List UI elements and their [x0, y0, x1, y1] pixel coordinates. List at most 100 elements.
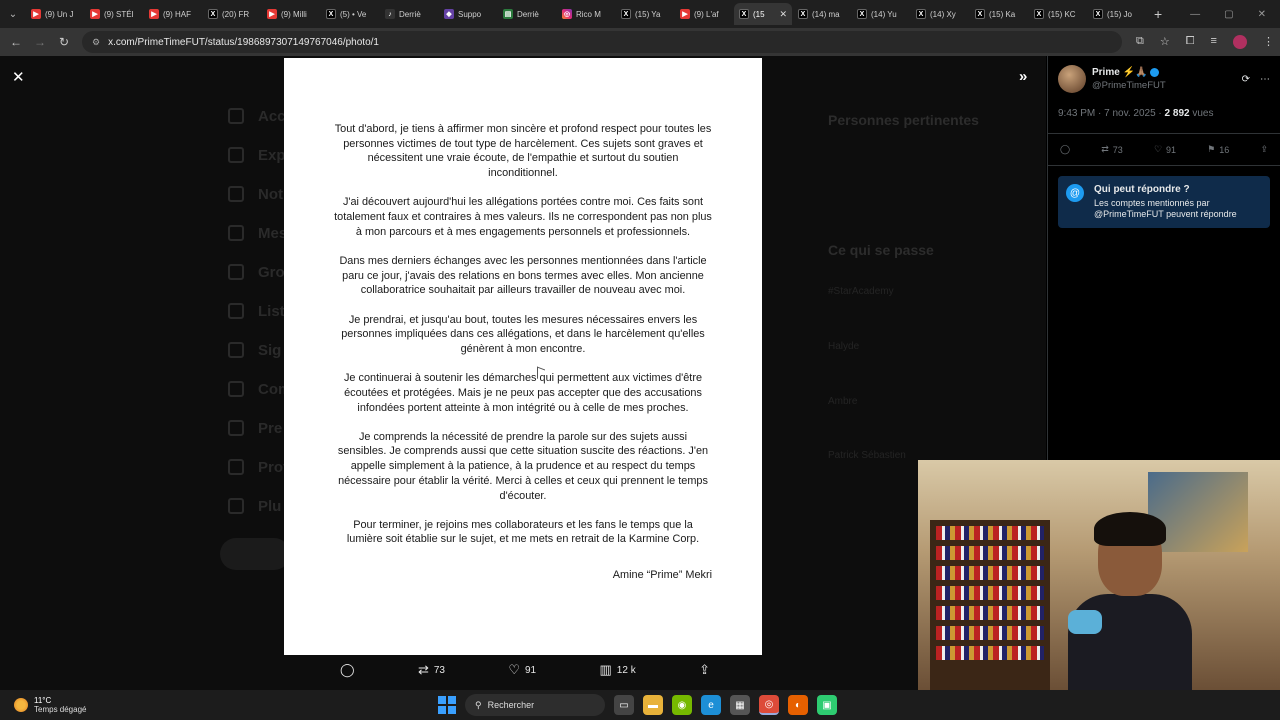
browser-tab[interactable]: X (15) Jo	[1088, 3, 1146, 25]
menu-icon[interactable]: ⋮	[1263, 35, 1274, 49]
browser-tab[interactable]: X (15 ✕	[734, 3, 792, 25]
reload-icon[interactable]: ↻	[52, 35, 76, 49]
browser-tab[interactable]: ▤ Derriè	[498, 3, 556, 25]
like-button[interactable]: ♡ 91	[508, 662, 536, 678]
browser-tab[interactable]: ◆ Suppo	[439, 3, 497, 25]
browser-tab[interactable]: ▶ (9) Un J	[26, 3, 84, 25]
heart-icon: ♡	[508, 662, 520, 677]
taskbar-search[interactable]: ⚲ Rechercher	[465, 694, 605, 716]
author-handle[interactable]: @PrimeTimeFUT	[1092, 80, 1166, 91]
views-button[interactable]: ▥ 12 k	[600, 662, 636, 678]
bg-heading: Ce qui se passe	[828, 242, 934, 258]
close-icon[interactable]: ✕	[12, 68, 25, 86]
tab-close-icon[interactable]: ✕	[779, 9, 787, 20]
tab-search-icon[interactable]: ⌄	[0, 0, 26, 28]
weather-temperature: 11°C	[34, 696, 52, 705]
search-icon: ⚲	[475, 699, 482, 710]
browser-tab[interactable]: X (5) • Ve	[321, 3, 379, 25]
browser-tab[interactable]: X (14) Yu	[852, 3, 910, 25]
reply-button[interactable]: ◯	[340, 662, 355, 678]
file-explorer-icon[interactable]: ▬	[643, 695, 663, 715]
reply-button[interactable]: ◯	[1060, 144, 1070, 155]
like-button[interactable]: ♡ 91	[1154, 144, 1176, 155]
task-view-icon[interactable]: ▭	[614, 695, 634, 715]
close-window-icon[interactable]: ✕	[1258, 9, 1266, 20]
windows-start-icon[interactable]	[438, 696, 456, 714]
extensions-icon[interactable]: ⧠	[1186, 35, 1195, 49]
share-button[interactable]: ⇪	[1260, 144, 1268, 155]
grok-icon[interactable]: ⟳	[1242, 74, 1250, 85]
expand-panel-icon[interactable]: »	[1019, 68, 1027, 85]
maximize-icon[interactable]: ▢	[1224, 9, 1233, 20]
x-icon: X	[208, 9, 218, 19]
views-count: 12 k	[616, 664, 636, 676]
media-action-bar: ◯ ⇄ 73 ♡ 91 ▥ 12 k ⇪	[340, 662, 710, 678]
forward-icon[interactable]: →	[28, 35, 52, 49]
browser-tab[interactable]: ▶ (9) STÉI	[85, 3, 143, 25]
nvidia-icon[interactable]: ◉	[672, 695, 692, 715]
browser-tab[interactable]: X (15) Ya	[616, 3, 674, 25]
statement-paragraph: Je prendrai, et jusqu'au bout, toutes le…	[341, 313, 705, 355]
author-name[interactable]: Prime ⚡🙏🏽	[1092, 67, 1166, 78]
statement-paragraph: Je continuerai à soutenir les démarches …	[343, 372, 703, 414]
statement-paragraph: J'ai découvert aujourd'hui les allégatio…	[334, 196, 712, 238]
reply-notice-title: Qui peut répondre ?	[1094, 184, 1190, 195]
nav-icon	[228, 342, 244, 358]
share-button[interactable]: ⇪	[699, 662, 710, 678]
webcam-person	[1068, 512, 1192, 690]
browser-tab[interactable]: X (14) ma	[793, 3, 851, 25]
back-icon[interactable]: ←	[4, 35, 28, 49]
browser-tab[interactable]: X (15) Ka	[970, 3, 1028, 25]
more-icon[interactable]: ⋯	[1260, 74, 1270, 85]
share-icon: ⇪	[699, 662, 710, 677]
avatar[interactable]	[1058, 65, 1086, 93]
bg-heading: Personnes pertinentes	[828, 112, 979, 128]
browser-tab[interactable]: X (20) FR	[203, 3, 261, 25]
sun-icon	[14, 698, 28, 712]
new-tab-button[interactable]: +	[1146, 6, 1170, 22]
bg-trend: Ambre	[828, 396, 858, 407]
site-info-icon[interactable]: ⚙	[92, 37, 100, 48]
browser-tab[interactable]: ▶ (9) HAF	[144, 3, 202, 25]
browser-tab[interactable]: ▶ (9) L'af	[675, 3, 733, 25]
browser-tab[interactable]: X (14) Xy	[911, 3, 969, 25]
statement-paragraph: Je comprends la nécessité de prendre la …	[337, 430, 709, 502]
weather-widget[interactable]: 11°C Temps dégagé	[0, 696, 86, 714]
browser-tab[interactable]: ♪ Derriè	[380, 3, 438, 25]
chrome-icon[interactable]: ◎	[759, 695, 779, 715]
bg-nav-item: Prof	[228, 459, 288, 476]
nav-icon	[228, 186, 244, 202]
address-bar: ← → ↻ ⚙ x.com/PrimeTimeFUT/status/198689…	[0, 28, 1280, 56]
url-field[interactable]: ⚙ x.com/PrimeTimeFUT/status/198689730714…	[82, 31, 1122, 53]
tweet-views-label: vues	[1189, 108, 1214, 119]
window-controls: — ▢ ✕	[1190, 9, 1280, 20]
app-icon[interactable]: ▣	[817, 695, 837, 715]
taskbar: 11°C Temps dégagé ⚲ Rechercher ▭ ▬ ◉ e ▦…	[0, 690, 1280, 720]
bookmark-star-icon[interactable]: ☆	[1160, 35, 1170, 49]
tab-label: (15) Ya	[635, 9, 661, 19]
retweet-button[interactable]: ⇄ 73	[1101, 144, 1123, 155]
tab-label: (15) Ka	[989, 9, 1016, 19]
firefox-icon[interactable]: ◐	[788, 695, 808, 715]
browser-tab[interactable]: ◎ Rico M	[557, 3, 615, 25]
install-icon[interactable]: ⧉	[1136, 35, 1144, 49]
retweet-button[interactable]: ⇄ 73	[418, 662, 445, 678]
reply-notice-text: Les comptes mentionnés par @PrimeTimeFUT…	[1094, 198, 1237, 219]
bookmark-button[interactable]: ⚑ 16	[1207, 144, 1229, 155]
minimize-icon[interactable]: —	[1190, 9, 1200, 20]
store-icon[interactable]: ▦	[730, 695, 750, 715]
tab-label: (14) Yu	[871, 9, 897, 19]
tab-label: Rico M	[576, 9, 601, 19]
edge-icon[interactable]: e	[701, 695, 721, 715]
tweet-time: 9:43 PM · 7 nov. 2025 ·	[1058, 108, 1165, 119]
browser-tab[interactable]: ▶ (9) Milli	[262, 3, 320, 25]
browser-tab[interactable]: X (15) KC	[1029, 3, 1087, 25]
profile-avatar[interactable]	[1232, 35, 1247, 49]
reading-list-icon[interactable]: ≡	[1211, 35, 1217, 49]
tab-label: Suppo	[458, 9, 482, 19]
nav-icon	[228, 420, 244, 436]
retweet-count: 73	[1112, 144, 1123, 155]
bg-nav-label: Acc	[258, 108, 286, 125]
youtube-icon: ▶	[267, 9, 277, 19]
bg-nav-label: Gro	[258, 264, 285, 281]
